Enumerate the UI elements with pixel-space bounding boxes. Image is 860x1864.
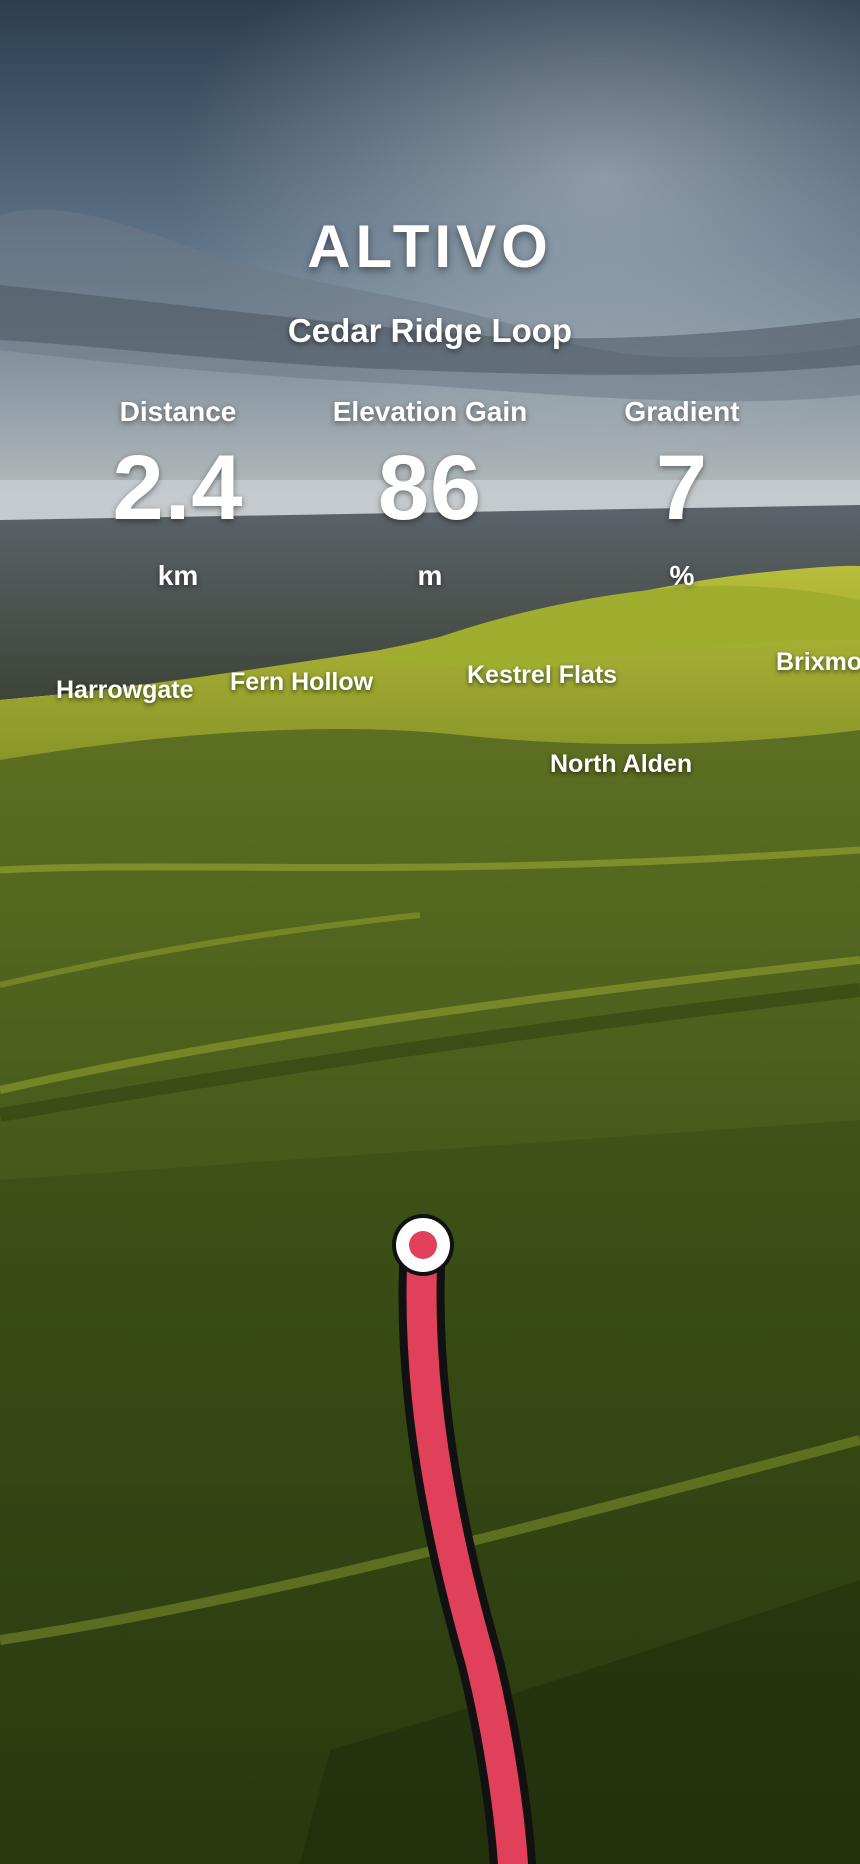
stat-value: 2.4 [112,437,244,539]
stat-unit: km [157,560,199,591]
app-brand: ALTIVO [307,213,553,280]
stats-overlay: ALTIVO Cedar Ridge Loop Distance 2.4 km … [0,0,860,1864]
place-label-kestrel-flats[interactable]: Kestrel Flats [467,661,617,690]
stat-label: Gradient [624,396,740,427]
place-label-brixmo[interactable]: Brixmo [776,648,860,677]
stat-value: 86 [377,437,483,539]
stat-unit: m [417,560,443,591]
place-label-north-alden[interactable]: North Alden [550,750,692,779]
stat-label: Distance [119,396,237,427]
place-label-fern-hollow[interactable]: Fern Hollow [230,668,373,697]
stat-elevation-gain: Elevation Gain 86 m [300,396,560,592]
place-label-harrowgate[interactable]: Harrowgate [56,676,194,705]
route-name: Cedar Ridge Loop [287,312,573,349]
stat-gradient: Gradient 7 % [552,396,812,592]
stat-unit: % [669,560,695,591]
stat-distance: Distance 2.4 km [48,396,308,592]
stat-value: 7 [655,437,709,539]
stat-label: Elevation Gain [332,396,528,427]
